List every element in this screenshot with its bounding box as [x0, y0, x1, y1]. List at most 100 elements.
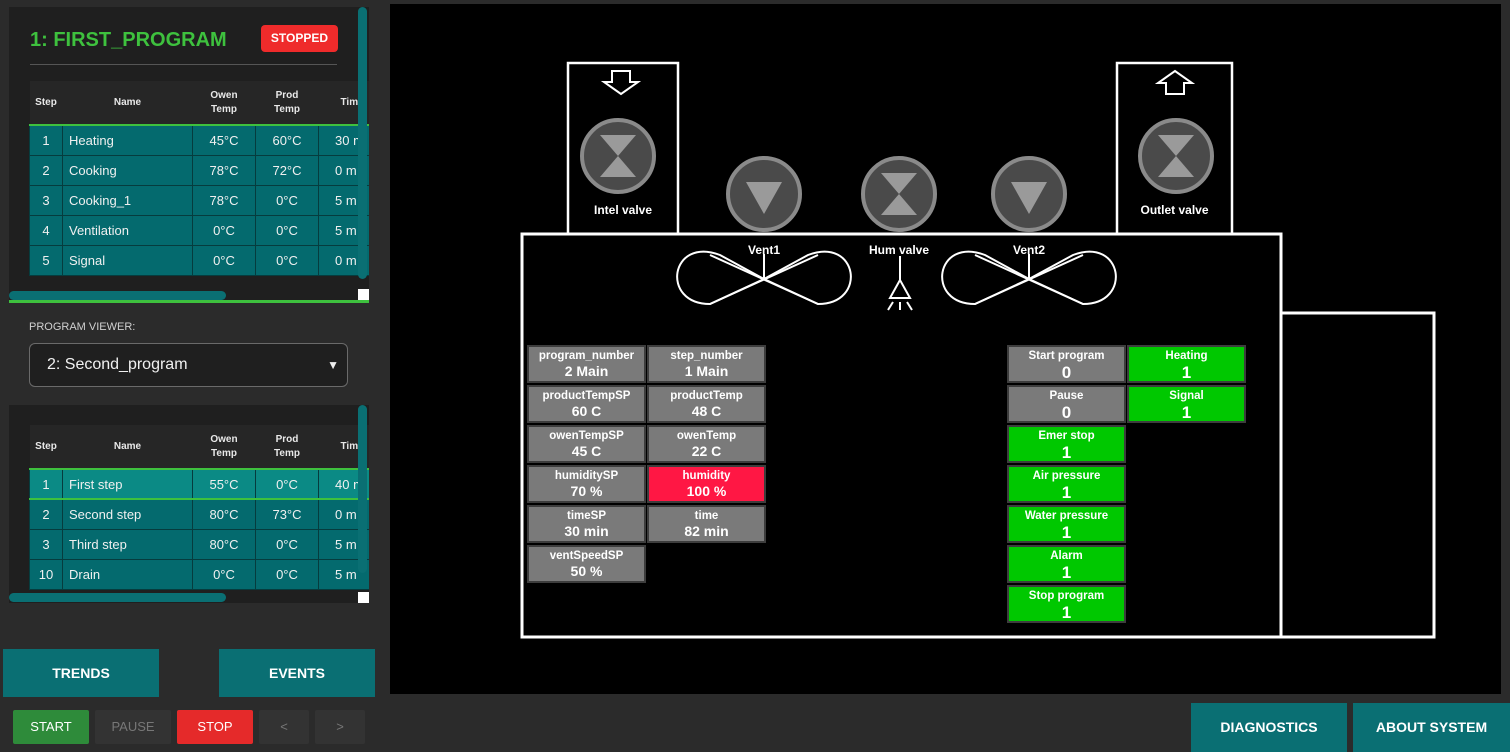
tile-label: Air pressure [1032, 470, 1101, 482]
param-tile-heating: Heating 1 [1127, 345, 1246, 383]
hum-valve-label: Hum valve [868, 243, 930, 257]
tile-value: 0 [1061, 403, 1072, 422]
cell-name: Heating [62, 124, 193, 156]
tile-value: 70 % [570, 483, 603, 499]
trends-button[interactable]: TRENDS [3, 649, 159, 697]
vertical-scrollbar[interactable] [358, 405, 367, 573]
tile-label: Heating [1165, 350, 1208, 362]
tile-value: 1 [1061, 523, 1072, 542]
tile-value: 50 % [570, 563, 603, 579]
table-row[interactable]: 2 Cooking 78°C 72°C 0 m [29, 154, 369, 186]
events-button[interactable]: EVENTS [219, 649, 375, 697]
cell-owen-temp: 0°C [192, 558, 256, 590]
hum-valve-icon [861, 156, 937, 232]
tile-label: productTemp [670, 390, 743, 402]
tile-label: Pause [1049, 390, 1084, 402]
cell-owen-temp: 55°C [192, 468, 256, 500]
tile-label: owenTempSP [549, 430, 624, 442]
param-tile-owentemp: owenTemp 22 C [647, 425, 766, 463]
table-row[interactable]: 1 First step 55°C 0°C 40 m [29, 468, 369, 500]
previous-step-button[interactable]: < [259, 710, 309, 744]
program-title: 1: FIRST_PROGRAM [30, 29, 227, 51]
cell-name: Drain [62, 558, 193, 590]
cell-owen-temp: 80°C [192, 528, 256, 560]
pause-button[interactable]: PAUSE [95, 710, 171, 744]
table-row[interactable]: 4 Ventilation 0°C 0°C 5 m [29, 214, 369, 246]
cell-name: Cooking [62, 154, 193, 186]
table-row[interactable]: 2 Second step 80°C 73°C 0 m [29, 498, 369, 530]
param-tile-timesp: timeSP 30 min [527, 505, 646, 543]
table-row[interactable]: 1 Heating 45°C 60°C 30 m [29, 124, 369, 156]
tile-label: Emer stop [1038, 430, 1095, 442]
horizontal-scrollbar[interactable] [9, 291, 226, 300]
col-name: Name [62, 425, 193, 470]
cell-owen-temp: 0°C [192, 244, 256, 276]
program-viewer-select[interactable]: 2: Second_program ▼ [29, 343, 348, 387]
cell-owen-temp: 45°C [192, 124, 256, 156]
tile-value: 48 C [691, 403, 722, 419]
cell-step: 1 [29, 124, 63, 156]
table-row[interactable]: 5 Signal 0°C 0°C 0 m [29, 244, 369, 276]
tile-value: 100 % [686, 483, 727, 499]
col-owen-temp: Owen Temp [192, 81, 256, 126]
arrow-down-icon [600, 70, 642, 96]
cell-name: Signal [62, 244, 193, 276]
scroll-corner [358, 289, 369, 300]
outlet-valve-label: Outlet valve [1140, 203, 1209, 217]
vertical-scrollbar[interactable] [358, 7, 367, 279]
table-row[interactable]: 3 Cooking_1 78°C 0°C 5 m [29, 184, 369, 216]
col-prod-temp: Prod Temp [255, 425, 319, 470]
param-tile-air-pressure: Air pressure 1 [1007, 465, 1126, 503]
table-header-row: Step Name Owen Temp Prod Temp Time [29, 425, 369, 470]
tile-label: step_number [670, 350, 743, 362]
param-tile-program-number: program_number 2 Main [527, 345, 646, 383]
tile-value: 60 C [571, 403, 602, 419]
fan1-icon [676, 250, 852, 306]
param-tile-producttemp: productTemp 48 C [647, 385, 766, 423]
col-owen-temp: Owen Temp [192, 425, 256, 470]
table-row[interactable]: 3 Third step 80°C 0°C 5 m [29, 528, 369, 560]
vent1-label: Vent1 [747, 243, 780, 257]
cell-prod-temp: 0°C [255, 528, 319, 560]
program-viewer-panel: Step Name Owen Temp Prod Temp Time 1 First … [9, 405, 369, 603]
next-step-button[interactable]: > [315, 710, 365, 744]
tile-value: 45 C [571, 443, 602, 459]
start-button[interactable]: START [13, 710, 89, 744]
tile-label: owenTemp [676, 430, 737, 442]
table-row[interactable]: 10 Drain 0°C 0°C 5 m [29, 558, 369, 590]
vent1-damper-icon [726, 156, 802, 232]
cell-step: 3 [29, 184, 63, 216]
arrow-up-icon [1154, 69, 1196, 95]
param-tile-pause: Pause 0 [1007, 385, 1126, 423]
tile-label: humiditySP [554, 470, 619, 482]
tile-value: 1 [1061, 603, 1072, 622]
tile-label: Stop program [1028, 590, 1105, 602]
horizontal-scrollbar[interactable] [9, 593, 226, 602]
param-tile-water-pressure: Water pressure 1 [1007, 505, 1126, 543]
tile-value: 30 min [564, 523, 609, 539]
cell-owen-temp: 78°C [192, 154, 256, 186]
cell-step: 5 [29, 244, 63, 276]
program-viewer-label: PROGRAM VIEWER: [29, 321, 136, 333]
scroll-corner [358, 592, 369, 603]
tile-label: Signal [1169, 390, 1204, 402]
divider [30, 64, 337, 65]
param-tile-signal: Signal 1 [1127, 385, 1246, 423]
process-mimic: Intel valve Outlet valve Vent1 Hum valve… [390, 4, 1501, 694]
tile-label: humidity [682, 470, 731, 482]
cell-owen-temp: 80°C [192, 498, 256, 530]
tile-label: Water pressure [1024, 510, 1109, 522]
diagnostics-button[interactable]: DIAGNOSTICS [1191, 703, 1347, 752]
col-name: Name [62, 81, 193, 126]
tile-label: time [694, 510, 719, 522]
stop-button[interactable]: STOP [177, 710, 253, 744]
inlet-valve-label: Intel valve [593, 203, 653, 217]
about-system-button[interactable]: ABOUT SYSTEM [1353, 703, 1510, 752]
param-tile-stop-program: Stop program 1 [1007, 585, 1126, 623]
viewer-steps-table: Step Name Owen Temp Prod Temp Time 1 First … [29, 425, 369, 590]
tile-value: 0 [1061, 363, 1072, 382]
col-step: Step [29, 81, 63, 126]
hmi-screen: 1: FIRST_PROGRAM STOPPED Step Name Owen T… [0, 0, 1510, 752]
table-header-row: Step Name Owen Temp Prod Temp Time [29, 81, 369, 126]
cell-prod-temp: 73°C [255, 498, 319, 530]
